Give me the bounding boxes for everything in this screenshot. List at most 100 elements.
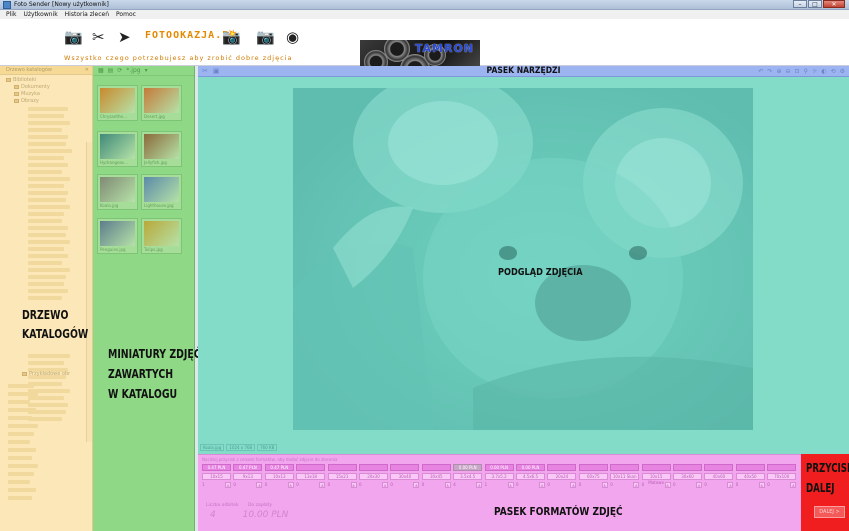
zoom-out-icon[interactable]: ⊖: [785, 67, 790, 76]
format-size-button[interactable]: 40x60: [704, 473, 734, 480]
quantity-stepper[interactable]: ±: [350, 482, 357, 488]
chevron-down-icon[interactable]: ▾: [145, 66, 148, 76]
quantity-stepper[interactable]: ±: [758, 482, 765, 488]
magnify-icon[interactable]: ⚲: [804, 67, 808, 76]
tree-scrollbar[interactable]: [86, 142, 92, 442]
quantity-stepper[interactable]: ±: [790, 482, 797, 488]
quantity-stepper[interactable]: ±: [287, 482, 294, 488]
quantity-stepper[interactable]: ±: [225, 482, 231, 488]
quantity-stepper[interactable]: ±: [727, 482, 734, 488]
tree-node-muzyka[interactable]: Muzyka: [14, 91, 40, 97]
format-size-button[interactable]: 40x50: [735, 473, 765, 480]
format-price-button[interactable]: [610, 464, 640, 471]
thumbnail[interactable]: Jellyfish.jpg: [141, 131, 182, 167]
quantity-stepper[interactable]: ±: [570, 482, 577, 488]
format-price-button[interactable]: 0.47 PLN: [264, 464, 294, 471]
format-size-button[interactable]: 10x15: [202, 473, 231, 480]
format-price-button[interactable]: [704, 464, 734, 471]
thumbnail[interactable]: Tulips.jpg: [141, 218, 182, 254]
menu-uzytkownik[interactable]: Użytkownik: [23, 10, 57, 19]
rotate-left-icon[interactable]: ↶: [758, 67, 763, 76]
quantity-stepper[interactable]: ±: [319, 482, 326, 488]
menu-historia-zlecen[interactable]: Historia zleceń: [65, 10, 109, 19]
minimize-button[interactable]: –: [793, 0, 807, 8]
format-price-button[interactable]: [327, 464, 357, 471]
quantity-stepper[interactable]: ±: [444, 482, 451, 488]
pin-icon[interactable]: ✕: [85, 66, 89, 75]
zoom-fit-icon[interactable]: ⊡: [795, 67, 800, 76]
thumbnail[interactable]: Penguins.jpg: [97, 218, 138, 254]
menu-pomoc[interactable]: Pomoc: [116, 10, 136, 19]
fit-icon[interactable]: ▣: [213, 67, 220, 76]
next-button[interactable]: DALEJ >: [814, 506, 845, 518]
tree-node-dokumenty[interactable]: Dokumenty: [14, 84, 50, 90]
view-grid-icon[interactable]: ▦: [98, 66, 104, 76]
menu-plik[interactable]: Plik: [6, 10, 16, 19]
format-price-button[interactable]: [641, 464, 671, 471]
format-price-button[interactable]: [390, 464, 420, 471]
format-price-button[interactable]: [578, 464, 608, 471]
format-price-button[interactable]: 0.47 PLN: [233, 464, 263, 471]
format-price-button[interactable]: [735, 464, 765, 471]
format-size-button[interactable]: 3.7x5.2: [484, 473, 514, 480]
format-price-button[interactable]: 0.00 PLN: [516, 464, 545, 471]
zoom-in-icon[interactable]: ⊕: [776, 67, 781, 76]
format-size-button[interactable]: 30x45: [421, 473, 451, 480]
format-size-button[interactable]: 15x21: [327, 473, 357, 480]
thumbnail[interactable]: Hydrangeas...: [97, 131, 138, 167]
format-size-button[interactable]: 60x75: [578, 473, 608, 480]
contrast-icon[interactable]: ◐: [821, 67, 826, 76]
format-size-button[interactable]: 30x60: [673, 473, 702, 480]
format-price-button[interactable]: [673, 464, 702, 471]
settings-icon[interactable]: ⚙: [840, 67, 845, 76]
tree-node-przykladowe[interactable]: Przykładowe obr: [22, 371, 70, 377]
refresh-icon[interactable]: ⟳: [117, 66, 122, 76]
format-price-button[interactable]: [767, 464, 797, 471]
format-price-button[interactable]: 0.00 PLN: [484, 464, 514, 471]
quantity-stepper[interactable]: ±: [382, 482, 388, 488]
format-price-button[interactable]: [359, 464, 388, 471]
filter-select[interactable]: *.jpg: [126, 66, 140, 76]
quantity-stepper[interactable]: ±: [507, 482, 514, 488]
format-price-button[interactable]: [296, 464, 326, 471]
quantity-stepper[interactable]: ±: [664, 482, 671, 488]
format-size-button[interactable]: 4.5x6.5: [516, 473, 545, 480]
format-price-button[interactable]: 0.00 PLN: [453, 464, 483, 471]
thumbnail[interactable]: Desert.jpg: [141, 85, 182, 121]
quantity-stepper[interactable]: ±: [539, 482, 545, 488]
maximize-button[interactable]: □: [808, 0, 822, 8]
format-size-button[interactable]: 10x11 Skan: [610, 473, 640, 480]
quantity-stepper[interactable]: ±: [476, 482, 483, 488]
thumbnail[interactable]: Koala.jpg: [97, 174, 138, 210]
format-size-button[interactable]: 3.5x4.5: [453, 473, 483, 480]
format-price-button[interactable]: [547, 464, 577, 471]
format-size-button[interactable]: 10x15 Matowe: [641, 473, 671, 485]
quantity-stepper[interactable]: ±: [633, 482, 640, 488]
quantity-stepper[interactable]: ±: [413, 482, 420, 488]
directory-tree-panel[interactable]: Drzewo katalogów ✕ Biblioteki Dokumenty …: [0, 66, 93, 531]
thumbnail[interactable]: Lighthouse.jpg: [141, 174, 182, 210]
quantity-stepper[interactable]: ±: [696, 482, 702, 488]
rotate-right-icon[interactable]: ↷: [767, 67, 772, 76]
format-size-button[interactable]: 20x24: [547, 473, 577, 480]
format-size-button[interactable]: 9x13: [233, 473, 263, 480]
format-size-button[interactable]: 30x40: [390, 473, 420, 480]
format-price-button[interactable]: 0.47 PLN: [202, 464, 231, 471]
thumbnails-panel[interactable]: ▦ ▤ ⟳ *.jpg ▾ Chrysanthe... Desert.jpg H…: [93, 66, 201, 531]
crop-icon[interactable]: ✂: [202, 67, 208, 76]
thumbnail[interactable]: Chrysanthe...: [97, 85, 138, 121]
tree-node-obrazy[interactable]: Obrazy: [14, 98, 39, 104]
close-button[interactable]: ✕: [823, 0, 845, 8]
brightness-icon[interactable]: ☼: [812, 67, 817, 76]
format-size-button[interactable]: 20x30: [359, 473, 388, 480]
photo-preview-area[interactable]: PODGLĄD ZDJĘCIA Koala.jpg 1024 x 768 760…: [198, 77, 849, 454]
format-size-button[interactable]: 13x18: [296, 473, 326, 480]
quantity-stepper[interactable]: ±: [601, 482, 608, 488]
quantity-stepper[interactable]: ±: [256, 482, 263, 488]
format-size-button[interactable]: 70x100: [767, 473, 797, 480]
format-price-button[interactable]: [421, 464, 451, 471]
undo-icon[interactable]: ⟲: [831, 67, 836, 76]
tree-node-biblioteki[interactable]: Biblioteki: [6, 77, 36, 83]
advertising-banner[interactable]: 📷 ✂ ➤ FOTOOKAZJA.PL 📸 📷 ◉ Wszystko czego…: [0, 19, 849, 83]
format-size-button[interactable]: 10x13: [264, 473, 294, 480]
